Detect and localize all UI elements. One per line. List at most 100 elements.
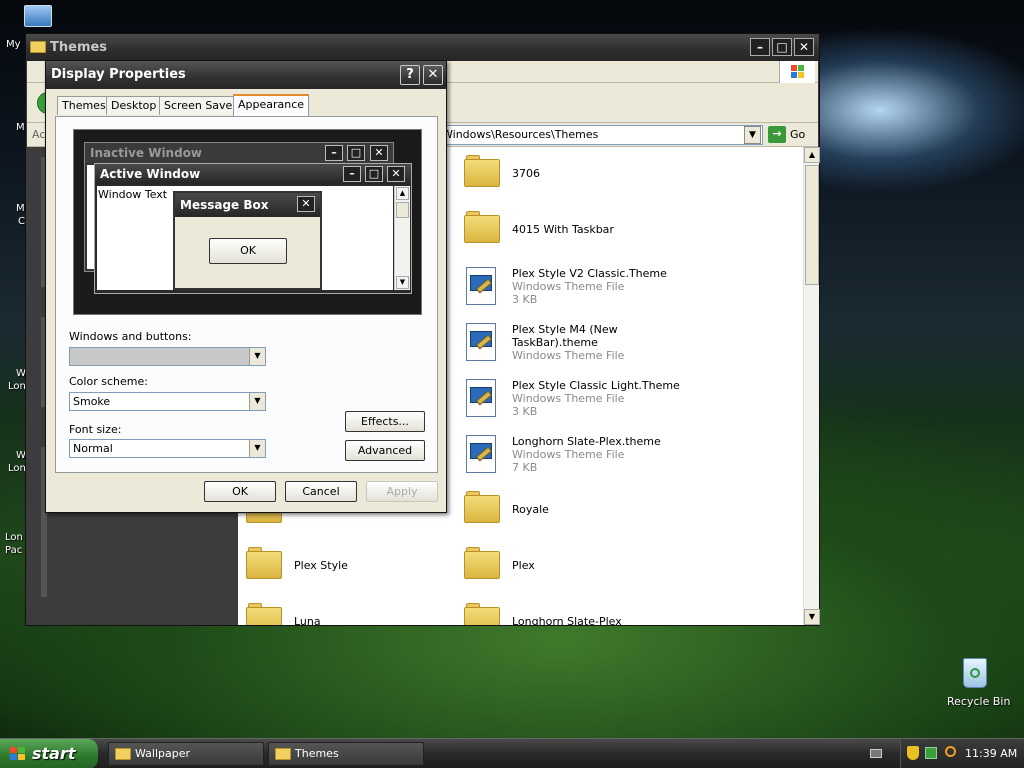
- vertical-scrollbar[interactable]: ▲ ▼: [803, 147, 820, 625]
- desktop-partial-label: M: [16, 122, 25, 133]
- minimize-icon: –: [343, 166, 361, 182]
- scroll-thumb[interactable]: [805, 165, 819, 285]
- folder-icon: [464, 211, 500, 243]
- theme-file-icon: [464, 323, 498, 361]
- folder-icon: [30, 41, 46, 53]
- theme-file-icon: [464, 267, 498, 305]
- preview-ok-button: OK: [209, 238, 287, 264]
- chevron-down-icon: ▼: [249, 440, 265, 457]
- windows-flag-icon: [10, 747, 26, 761]
- go-arrow-icon[interactable]: →: [768, 126, 786, 143]
- folder-icon: [464, 491, 500, 523]
- minimize-icon: –: [325, 145, 343, 161]
- keyboard-icon[interactable]: [870, 749, 882, 758]
- close-icon: ✕: [370, 145, 388, 161]
- chevron-down-icon: ▼: [249, 393, 265, 410]
- taskbar-item-wallpaper[interactable]: Wallpaper: [108, 742, 264, 766]
- my-computer-label: My: [6, 39, 21, 50]
- font-size-select[interactable]: Normal ▼: [69, 439, 266, 458]
- list-item-folder[interactable]: Plex: [464, 547, 674, 597]
- help-button[interactable]: ?: [400, 65, 420, 85]
- appearance-panel: Inactive Window – □ ✕ Active Window – □ …: [55, 116, 438, 473]
- search-icon[interactable]: [945, 746, 956, 757]
- system-tray: 11:39 AM: [900, 739, 1024, 768]
- preview-message-box-title: Message Box: [180, 198, 269, 212]
- list-item-theme-file[interactable]: Plex Style V2 Classic.Theme Windows Them…: [464, 267, 674, 317]
- desktop-partial-label: C: [18, 216, 25, 227]
- windows-logo-icon: [779, 61, 815, 83]
- list-item-folder[interactable]: 3706: [464, 155, 674, 205]
- list-item-theme-file[interactable]: Longhorn Slate-Plex.theme Windows Theme …: [464, 435, 674, 485]
- windows-buttons-select[interactable]: ▼: [69, 347, 266, 366]
- explorer-titlebar[interactable]: Themes – □ ✕: [26, 34, 819, 61]
- maximize-icon: □: [347, 145, 365, 161]
- clock[interactable]: 11:39 AM: [965, 747, 1017, 760]
- scroll-down-icon[interactable]: ▼: [804, 609, 820, 625]
- close-icon: ✕: [297, 196, 315, 212]
- close-icon: ✕: [387, 166, 405, 182]
- maximize-icon: □: [365, 166, 383, 182]
- dialog-titlebar[interactable]: Display Properties ? ✕: [46, 61, 446, 89]
- theme-file-icon: [464, 435, 498, 473]
- dialog-close-button[interactable]: ✕: [423, 65, 443, 85]
- ok-button[interactable]: OK: [204, 481, 276, 502]
- address-label-partial: Ac: [32, 128, 46, 141]
- appearance-preview: Inactive Window – □ ✕ Active Window – □ …: [73, 129, 422, 315]
- address-input[interactable]: Windows\Resources\Themes: [437, 125, 763, 145]
- preview-inactive-title: Inactive Window: [90, 146, 203, 160]
- network-icon[interactable]: [925, 747, 937, 759]
- list-item-folder[interactable]: Plex Style: [246, 547, 456, 597]
- chevron-down-icon: ▼: [249, 348, 265, 365]
- folder-icon: [464, 603, 500, 625]
- color-scheme-select[interactable]: Smoke ▼: [69, 392, 266, 411]
- apply-button[interactable]: Apply: [366, 481, 438, 502]
- preview-window-text: Window Text: [98, 188, 168, 201]
- list-item-folder[interactable]: Longhorn Slate-Plex: [464, 603, 674, 625]
- list-item-folder[interactable]: Royale: [464, 491, 674, 541]
- address-dropdown-button[interactable]: ▼: [744, 126, 761, 144]
- tab-appearance[interactable]: Appearance: [233, 94, 310, 116]
- maximize-button[interactable]: □: [772, 38, 792, 56]
- desktop-partial-label: Lon: [8, 381, 26, 392]
- list-item-theme-file[interactable]: Plex Style Classic Light.Theme Windows T…: [464, 379, 680, 429]
- taskbar: start Wallpaper Themes 11:39 AM: [0, 738, 1024, 768]
- go-button[interactable]: Go: [790, 128, 805, 141]
- recycle-bin-desktop-icon[interactable]: [955, 656, 995, 690]
- scroll-up-icon[interactable]: ▲: [804, 147, 820, 163]
- desktop-partial-label: Pac: [5, 545, 23, 556]
- folder-icon: [115, 748, 131, 760]
- font-size-label: Font size:: [69, 423, 122, 436]
- preview-message-box: Message Box ✕ OK: [173, 191, 322, 290]
- minimize-button[interactable]: –: [750, 38, 770, 56]
- taskbar-item-themes[interactable]: Themes: [268, 742, 424, 766]
- folder-icon: [246, 547, 282, 579]
- start-button[interactable]: start: [0, 739, 98, 768]
- folder-icon: [464, 155, 500, 187]
- color-scheme-label: Color scheme:: [69, 375, 148, 388]
- desktop-partial-label: Lon: [8, 463, 26, 474]
- my-computer-icon: [24, 5, 52, 27]
- preview-active-title: Active Window: [100, 167, 201, 181]
- folder-icon: [246, 603, 282, 625]
- cancel-button[interactable]: Cancel: [285, 481, 357, 502]
- folder-icon: [275, 748, 291, 760]
- tab-themes[interactable]: Themes: [57, 96, 111, 115]
- tab-desktop[interactable]: Desktop: [106, 96, 162, 115]
- recycle-bin-icon: [963, 658, 987, 688]
- theme-file-icon: [464, 379, 498, 417]
- display-properties-dialog: Display Properties ? ✕ Themes Desktop Sc…: [45, 60, 447, 513]
- dialog-title: Display Properties: [51, 67, 186, 82]
- effects-button[interactable]: Effects...: [345, 411, 425, 432]
- folder-icon: [464, 547, 500, 579]
- list-item-folder[interactable]: Luna: [246, 603, 456, 625]
- security-shield-icon[interactable]: [907, 746, 919, 760]
- recycle-bin-label: Recycle Bin: [947, 695, 1011, 708]
- desktop-partial-label: M: [16, 203, 25, 214]
- close-button[interactable]: ✕: [794, 38, 814, 56]
- desktop-partial-label: Lon: [5, 532, 23, 543]
- list-item-folder[interactable]: 4015 With Taskbar: [464, 211, 674, 261]
- list-item-theme-file[interactable]: Plex Style M4 (New TaskBar).theme Window…: [464, 323, 674, 373]
- start-label: start: [32, 744, 76, 763]
- tab-screen-saver[interactable]: Screen Saver: [159, 96, 242, 115]
- advanced-button[interactable]: Advanced: [345, 440, 425, 461]
